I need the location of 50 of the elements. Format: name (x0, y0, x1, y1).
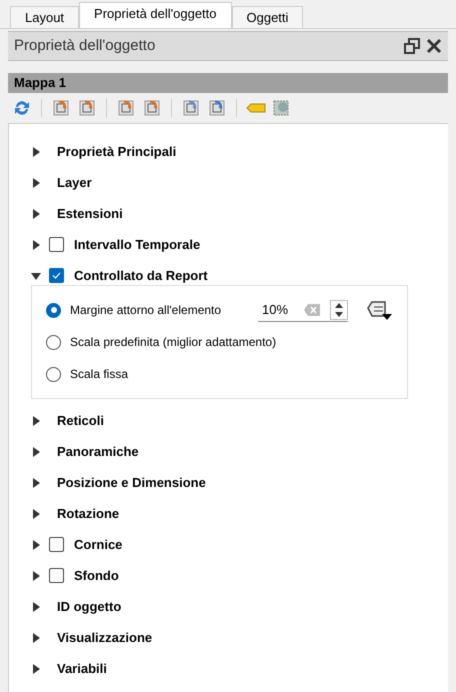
expand-arrow-icon[interactable] (31, 602, 41, 612)
expand-arrow-icon[interactable] (31, 540, 41, 550)
spinbox-value: 10% (261, 300, 290, 319)
section-title[interactable]: Layer (57, 172, 92, 192)
checkmark-icon (52, 272, 61, 279)
tab[interactable]: Proprietà dell'oggetto (79, 2, 232, 28)
section-title[interactable]: Cornice (74, 534, 122, 554)
checkbox[interactable] (49, 537, 64, 552)
section-title[interactable]: Proprietà Principali (57, 142, 176, 162)
margin-spinbox[interactable]: 10% (258, 298, 348, 322)
section-title[interactable]: Visualizzazione (57, 628, 152, 648)
data-defined-icon[interactable] (367, 299, 393, 321)
section-title[interactable]: Controllato da Report (74, 266, 208, 286)
tab[interactable]: Oggetti (232, 6, 304, 28)
section-title[interactable]: Posizione e Dimensione (57, 472, 206, 492)
tab[interactable]: Layout (10, 6, 80, 28)
option-label: Scala predefinita (miglior adattamento) (70, 334, 278, 351)
option-label: Margine attorno all'elemento (70, 302, 222, 319)
expand-arrow-icon[interactable] (31, 178, 41, 188)
section-title[interactable]: Panoramiche (57, 442, 139, 462)
expand-arrow-icon[interactable] (31, 446, 41, 456)
checkbox[interactable] (49, 568, 64, 583)
expand-arrow-icon[interactable] (31, 664, 41, 674)
section-title[interactable]: Estensioni (57, 204, 123, 224)
section-title[interactable]: Sfondo (74, 566, 119, 586)
expand-arrow-icon[interactable] (31, 570, 41, 580)
expand-arrow-icon[interactable] (31, 208, 41, 218)
section-title[interactable]: Rotazione (57, 504, 120, 524)
expand-arrow-icon[interactable] (31, 632, 41, 642)
expand-arrow-icon[interactable] (31, 478, 41, 488)
spin-arrows-icon[interactable] (330, 300, 348, 320)
section-title[interactable]: Reticoli (57, 410, 104, 430)
panel-title: Proprietà dell'oggetto (14, 36, 156, 56)
section-title[interactable]: ID oggetto (57, 596, 122, 616)
item-header: Mappa 1 (8, 73, 448, 93)
expand-arrow-icon[interactable] (31, 416, 41, 426)
section-title[interactable]: Intervallo Temporale (74, 234, 200, 254)
checkbox[interactable] (49, 268, 64, 283)
collapse-arrow-icon[interactable] (31, 270, 41, 280)
radio-button[interactable] (46, 334, 61, 350)
section-title[interactable]: Variabili (57, 658, 107, 678)
checkbox[interactable] (49, 237, 64, 252)
expand-arrow-icon[interactable] (31, 146, 41, 156)
radio-button[interactable] (46, 302, 61, 318)
close-icon[interactable] (426, 38, 442, 54)
expand-arrow-icon[interactable] (31, 240, 41, 250)
restore-icon[interactable] (404, 38, 420, 54)
expand-arrow-icon[interactable] (31, 508, 41, 518)
option-label: Scala fissa (70, 366, 130, 383)
radio-button[interactable] (46, 366, 61, 382)
